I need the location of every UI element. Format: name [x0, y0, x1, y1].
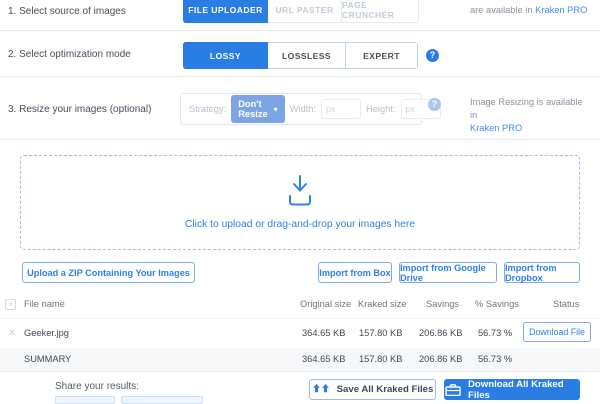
tab-url-paster[interactable]: URL PASTER — [268, 0, 342, 23]
import-google-drive-button[interactable]: Import from Google Drive — [399, 262, 497, 283]
download-all-button[interactable]: Download All Kraked Files — [444, 379, 580, 400]
cell-percent: 56.73 % — [478, 328, 512, 338]
divider-3 — [0, 139, 600, 140]
resize-section-label: 3. Resize your images (optional) — [8, 104, 151, 115]
download-file-button[interactable]: Download File — [523, 322, 591, 342]
mode-expert-button[interactable]: EXPERT — [346, 42, 418, 69]
cell-savings: 206.86 KB — [419, 328, 462, 338]
resize-pro-note-text: Image Resizing is available in — [470, 97, 583, 120]
archive-box-icon — [445, 384, 461, 396]
col-percent-savings: % Savings — [475, 299, 519, 309]
col-original-size: Original size — [300, 299, 351, 309]
divider-footer — [0, 371, 600, 372]
height-label: Height: — [366, 104, 395, 114]
mode-lossy-button[interactable]: LOSSY — [183, 42, 268, 69]
source-pro-note: are available in Kraken PRO — [470, 4, 587, 17]
mode-section-label: 2. Select optimization mode — [8, 49, 131, 60]
share-widget-2[interactable] — [121, 396, 203, 404]
strategy-label: Strategy: — [189, 104, 226, 114]
col-savings: Savings — [426, 299, 459, 309]
upload-zip-button[interactable]: Upload a ZIP Containing Your Images — [22, 262, 195, 283]
width-label: Width: — [290, 104, 316, 114]
divider-1 — [0, 30, 600, 31]
cloud-save-icon — [312, 384, 330, 395]
source-section-label: 1. Select source of images — [8, 6, 126, 17]
import-box-button[interactable]: Import from Box — [318, 262, 392, 283]
strategy-value: Don't Resize — [238, 99, 267, 119]
mode-lossless-button[interactable]: LOSSLESS — [268, 42, 346, 69]
resize-help-icon[interactable]: ? — [428, 98, 441, 111]
summary-label: SUMMARY — [24, 354, 71, 364]
tab-page-cruncher[interactable]: PAGE CRUNCHER — [342, 0, 419, 23]
width-input[interactable] — [321, 99, 361, 119]
table-header-divider — [0, 318, 600, 319]
cell-kraked: 157.80 KB — [359, 328, 402, 338]
save-all-label: Save All Kraked Files — [337, 384, 434, 395]
col-kraked-size: Kraked size — [358, 299, 407, 309]
mode-help-icon[interactable]: ? — [426, 49, 439, 62]
chevron-down-icon: ▾ — [274, 105, 278, 114]
kraken-pro-link[interactable]: Kraken PRO — [535, 5, 587, 15]
upload-arrow-icon — [281, 175, 319, 207]
strategy-select[interactable]: Don't Resize ▾ — [231, 95, 284, 123]
save-all-button[interactable]: Save All Kraked Files — [309, 379, 436, 400]
summary-percent: 56.73 % — [478, 354, 512, 364]
upload-dropzone[interactable]: Click to upload or drag-and-drop your im… — [20, 155, 580, 250]
mode-button-group: LOSSY LOSSLESS EXPERT — [183, 42, 418, 69]
import-dropbox-button[interactable]: Import from Dropbox — [504, 262, 580, 283]
summary-kraked: 157.80 KB — [359, 354, 402, 364]
resize-kraken-pro-link[interactable]: Kraken PRO — [470, 123, 522, 133]
select-all-checkbox[interactable]: × — [5, 299, 16, 310]
divider-2 — [0, 76, 600, 77]
cell-file-name: Geeker.jpg — [24, 328, 69, 338]
cell-original: 364.65 KB — [302, 328, 345, 338]
share-widget-1[interactable] — [55, 396, 115, 404]
col-status: Status — [553, 299, 579, 309]
summary-original: 364.65 KB — [302, 354, 345, 364]
summary-savings: 206.86 KB — [419, 354, 462, 364]
col-file-name: File name — [24, 299, 65, 309]
tab-file-uploader[interactable]: FILE UPLOADER — [183, 0, 268, 23]
source-pro-note-text: are available in — [470, 5, 533, 15]
dropzone-text: Click to upload or drag-and-drop your im… — [185, 219, 415, 230]
resize-panel: Strategy: Don't Resize ▾ Width: Height: — [180, 93, 422, 125]
resize-pro-note: Image Resizing is available in Kraken PR… — [470, 96, 590, 135]
share-results-label: Share your results: — [55, 381, 139, 392]
source-tab-group: FILE UPLOADER URL PASTER PAGE CRUNCHER — [183, 0, 419, 23]
download-all-label: Download All Kraked Files — [468, 379, 579, 401]
remove-file-icon[interactable]: × — [9, 327, 15, 339]
